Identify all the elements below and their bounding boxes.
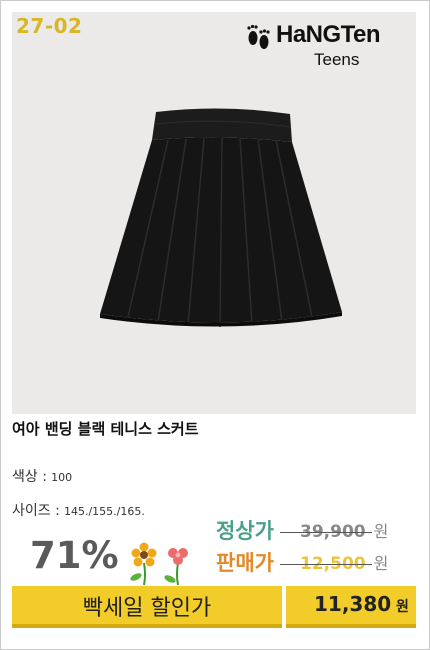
product-title[interactable]: 여아 밴딩 블랙 테니스 스커트 <box>12 418 199 439</box>
flash-sale-label: 빡세일 할인가 <box>82 596 212 621</box>
discount-percent: 71% <box>30 534 119 577</box>
size-value: 145./155./165. <box>63 505 145 518</box>
size-label: 사이즈 : <box>12 503 60 519</box>
footprints-icon <box>247 24 270 49</box>
brand-logo: HaNGTen Teens <box>246 21 412 78</box>
regular-price-row: 39,900 원 <box>300 518 388 542</box>
final-price: 11,380 <box>314 592 392 616</box>
brand-name: HaNGTen <box>276 21 381 48</box>
final-price-won: 원 <box>396 599 409 615</box>
color-value: 100 <box>51 471 73 484</box>
regular-price-won: 원 <box>373 522 389 541</box>
product-code: 27-02 <box>16 14 83 38</box>
sale-price-label: 판매가 <box>216 551 274 575</box>
regular-price: 39,900 <box>300 522 366 542</box>
sale-price-row: 12,500 원 <box>300 550 388 574</box>
color-label: 색상 : <box>12 469 47 485</box>
brand-sub: Teens <box>314 50 360 69</box>
skirt-image <box>100 108 342 328</box>
flash-sale-shadow <box>12 624 282 628</box>
final-price-shadow <box>286 624 416 628</box>
final-price-box[interactable]: 11,380 원 <box>286 586 416 624</box>
regular-price-label: 정상가 <box>216 519 274 543</box>
sale-price: 12,500 <box>300 554 366 574</box>
color-row: 색상 : 100 <box>12 466 72 486</box>
flash-sale-button[interactable]: 빡세일 할인가 <box>12 586 282 624</box>
sale-price-won: 원 <box>373 554 389 573</box>
size-row: 사이즈 : 145./155./165. <box>12 500 145 520</box>
flowers-icon <box>130 542 188 586</box>
product-photo-area[interactable]: 27-02 HaNGTen Teens <box>12 12 416 414</box>
